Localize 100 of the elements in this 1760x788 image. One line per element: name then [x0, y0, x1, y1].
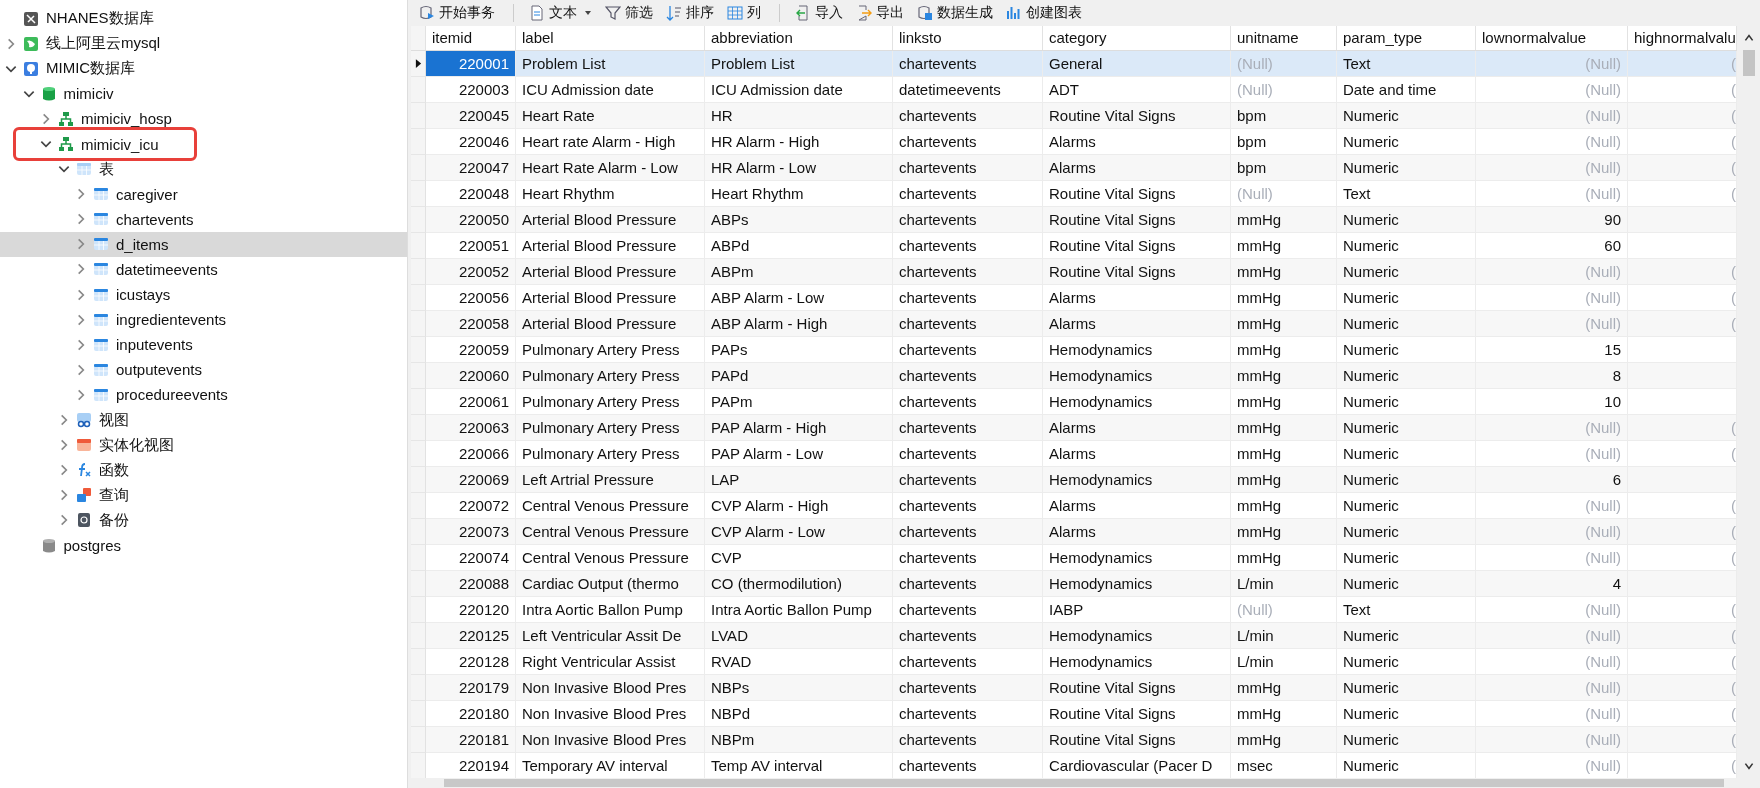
- column-header[interactable]: unitname: [1231, 26, 1337, 50]
- tree-item[interactable]: datetimeevents: [0, 256, 407, 283]
- table-row[interactable]: 220125 Left Ventricular Assit De LVAD chartevents Hemodynamics L/min Numeric (Null) (: [411, 623, 1737, 649]
- hierarchy-icon: [58, 136, 74, 152]
- tree-item[interactable]: 函数: [0, 457, 407, 483]
- toolbar-button[interactable]: 开始事务: [416, 2, 501, 24]
- table-row[interactable]: 220061 Pulmonary Artery Press PAPm chartevents Hemodynamics mmHg Numeric 10: [411, 389, 1737, 415]
- row-header-cell[interactable]: [411, 337, 426, 363]
- row-header-cell[interactable]: [411, 389, 426, 415]
- tree-item[interactable]: 表: [0, 156, 407, 182]
- table-row[interactable]: 220194 Temporary AV interval Temp AV interval chartevents Cardiovascular (Pacer D msec Numeric (Null) (: [411, 753, 1737, 778]
- row-header-cell[interactable]: [411, 597, 426, 623]
- table-row[interactable]: 220120 Intra Aortic Ballon Pump Intra Aortic Ballon Pump chartevents IABP (Null) Text (Null) (: [411, 597, 1737, 623]
- scrollbar-thumb[interactable]: [1742, 50, 1755, 76]
- tree-item-label: caregiver: [116, 185, 178, 203]
- table-row[interactable]: 220128 Right Ventricular Assist RVAD chartevents Hemodynamics L/min Numeric (Null) (: [411, 649, 1737, 675]
- table-row[interactable]: 220066 Pulmonary Artery Press PAP Alarm - Low chartevents Alarms mmHg Numeric (Null) (: [411, 441, 1737, 467]
- table-row[interactable]: 220180 Non Invasive Blood Pres NBPd chartevents Routine Vital Signs mmHg Numeric (Null) (: [411, 701, 1737, 727]
- table-row[interactable]: 220072 Central Venous Pressure CVP Alarm - High chartevents Alarms mmHg Numeric (Null) (: [411, 493, 1737, 519]
- row-header-cell[interactable]: [411, 233, 426, 259]
- table-row[interactable]: 220088 Cardiac Output (thermo CO (thermodilution) chartevents Hemodynamics L/min Numeric 4: [411, 571, 1737, 597]
- toolbar-button[interactable]: 文本: [526, 2, 598, 24]
- tree-item[interactable]: 视图: [0, 407, 407, 433]
- row-header-cell[interactable]: [411, 103, 426, 129]
- row-header-cell[interactable]: [411, 545, 426, 571]
- row-header-cell[interactable]: [411, 623, 426, 649]
- column-header[interactable]: param_type: [1337, 26, 1476, 50]
- tree-item[interactable]: MIMIC数据库: [0, 56, 407, 82]
- table-row[interactable]: 220063 Pulmonary Artery Press PAP Alarm - High chartevents Alarms mmHg Numeric (Null) (: [411, 415, 1737, 441]
- row-header-cell[interactable]: [411, 259, 426, 285]
- tree-item[interactable]: NHANES数据库: [0, 6, 407, 32]
- row-header-cell[interactable]: [411, 441, 426, 467]
- table-row[interactable]: 220048 Heart Rhythm Heart Rhythm chartevents Routine Vital Signs (Null) Text (Null) (: [411, 181, 1737, 207]
- scrollbar-thumb[interactable]: [444, 779, 1724, 787]
- column-header[interactable]: abbreviation: [705, 26, 893, 50]
- tree-item[interactable]: outputevents: [0, 357, 407, 383]
- table-row[interactable]: 220050 Arterial Blood Pressure ABPs chartevents Routine Vital Signs mmHg Numeric 90: [411, 207, 1737, 233]
- table-row[interactable]: 220058 Arterial Blood Pressure ABP Alarm - High chartevents Alarms mmHg Numeric (Null) (: [411, 311, 1737, 337]
- tree-item[interactable]: 备份: [0, 507, 407, 533]
- column-header[interactable]: itemid: [426, 26, 516, 50]
- column-header[interactable]: lownormalvalue: [1476, 26, 1628, 50]
- table-row[interactable]: 220069 Left Artrial Pressure LAP chartevents Hemodynamics mmHg Numeric 6: [411, 467, 1737, 493]
- row-header-cell[interactable]: [411, 727, 426, 753]
- column-header[interactable]: category: [1043, 26, 1231, 50]
- table-row[interactable]: 220003 ICU Admission date ICU Admission date datetimeevents ADT (Null) Date and time (Null) (: [411, 77, 1737, 103]
- row-header-cell[interactable]: [411, 181, 426, 207]
- tree-item[interactable]: 线上阿里云mysql: [0, 31, 407, 57]
- tree-item[interactable]: 实体化视图: [0, 432, 407, 458]
- row-header-cell[interactable]: [411, 51, 426, 77]
- table-row[interactable]: 220181 Non Invasive Blood Pres NBPm chartevents Routine Vital Signs mmHg Numeric (Null) (: [411, 727, 1737, 753]
- row-header-cell[interactable]: [411, 753, 426, 778]
- row-header-cell[interactable]: [411, 311, 426, 337]
- toolbar-button[interactable]: 导入: [792, 2, 849, 24]
- toolbar-button[interactable]: 数据生成: [914, 2, 999, 24]
- row-header-cell[interactable]: [411, 129, 426, 155]
- toolbar-button[interactable]: 导出: [853, 2, 910, 24]
- column-header[interactable]: label: [516, 26, 705, 50]
- row-header-cell[interactable]: [411, 571, 426, 597]
- row-header-cell[interactable]: [411, 701, 426, 727]
- table-row[interactable]: 220059 Pulmonary Artery Press PAPs chartevents Hemodynamics mmHg Numeric 15: [411, 337, 1737, 363]
- table-row[interactable]: 220046 Heart rate Alarm - High HR Alarm - High chartevents Alarms bpm Numeric (Null) (: [411, 129, 1737, 155]
- table-row[interactable]: 220073 Central Venous Pressure CVP Alarm - Low chartevents Alarms mmHg Numeric (Null) (: [411, 519, 1737, 545]
- toolbar-button[interactable]: 筛选: [602, 2, 659, 24]
- table-row[interactable]: 220056 Arterial Blood Pressure ABP Alarm - Low chartevents Alarms mmHg Numeric (Null) (: [411, 285, 1737, 311]
- table-row[interactable]: 220001 Problem List Problem List chartevents General (Null) Text (Null) (: [411, 51, 1737, 77]
- row-header-cell[interactable]: [411, 467, 426, 493]
- row-header-cell[interactable]: [411, 649, 426, 675]
- table-row[interactable]: 220179 Non Invasive Blood Pres NBPs chartevents Routine Vital Signs mmHg Numeric (Null) (: [411, 675, 1737, 701]
- row-header-cell[interactable]: [411, 207, 426, 233]
- tree-item[interactable]: postgres: [0, 532, 407, 559]
- export-icon: [856, 5, 872, 21]
- tree-item[interactable]: chartevents: [0, 206, 407, 232]
- tree-item[interactable]: mimiciv: [0, 81, 407, 107]
- toolbar-button[interactable]: 排序: [663, 2, 720, 24]
- table-row[interactable]: 220060 Pulmonary Artery Press PAPd chartevents Hemodynamics mmHg Numeric 8: [411, 363, 1737, 389]
- row-header-cell[interactable]: [411, 285, 426, 311]
- tree-item[interactable]: inputevents: [0, 332, 407, 358]
- table-row[interactable]: 220052 Arterial Blood Pressure ABPm chartevents Routine Vital Signs mmHg Numeric (Null) (: [411, 259, 1737, 285]
- tree-item[interactable]: icustays: [0, 282, 407, 308]
- column-header[interactable]: linksto: [893, 26, 1043, 50]
- row-header-cell[interactable]: [411, 363, 426, 389]
- table-row[interactable]: 220051 Arterial Blood Pressure ABPd chartevents Routine Vital Signs mmHg Numeric 60: [411, 233, 1737, 259]
- row-header-cell[interactable]: [411, 77, 426, 103]
- row-header-cell[interactable]: [411, 415, 426, 441]
- row-header-cell[interactable]: [411, 155, 426, 181]
- row-header-cell[interactable]: [411, 519, 426, 545]
- toolbar-button[interactable]: 创建图表: [1003, 2, 1088, 24]
- table-row[interactable]: 220074 Central Venous Pressure CVP chartevents Hemodynamics mmHg Numeric (Null) (: [411, 545, 1737, 571]
- tree-item[interactable]: caregiver: [0, 181, 407, 207]
- tree-item[interactable]: procedureevents: [0, 382, 407, 408]
- tree-item-selected[interactable]: d_items: [0, 231, 407, 257]
- tree-item[interactable]: mimiciv_hosp: [0, 106, 407, 132]
- toolbar-button[interactable]: 列: [724, 2, 767, 24]
- row-header-cell[interactable]: [411, 675, 426, 701]
- tree-item[interactable]: mimiciv_icu: [0, 131, 407, 157]
- tree-item[interactable]: 查询: [0, 482, 407, 508]
- table-row[interactable]: 220047 Heart Rate Alarm - Low HR Alarm - Low chartevents Alarms bpm Numeric (Null) (: [411, 155, 1737, 181]
- row-header-cell[interactable]: [411, 493, 426, 519]
- table-row[interactable]: 220045 Heart Rate HR chartevents Routine Vital Signs bpm Numeric (Null) (: [411, 103, 1737, 129]
- tree-item[interactable]: ingredientevents: [0, 307, 407, 333]
